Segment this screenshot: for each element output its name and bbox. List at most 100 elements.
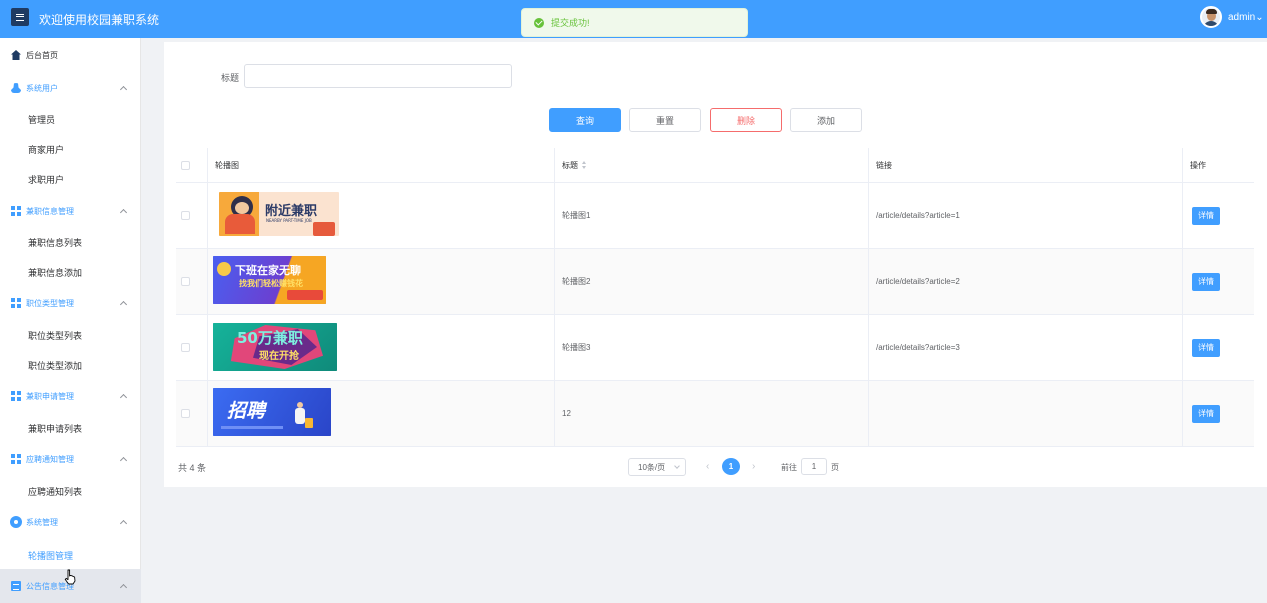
sidebar-item-job-application-list[interactable]: 兼职申请列表	[0, 413, 141, 443]
page-size-value: 10条/页	[638, 462, 666, 472]
action-cell: 详情	[1183, 381, 1254, 446]
avatar[interactable]	[1200, 6, 1222, 28]
sidebar-item-carousel-management[interactable]: 轮播图管理	[0, 540, 141, 570]
goto-page-input[interactable]	[801, 458, 827, 475]
chevron-down-icon: ⌄	[1255, 12, 1264, 23]
title-cell: 轮播图1	[555, 183, 869, 248]
table-row: 下班在家无聊 找我们轻松赚钱花 轮播图2 /article/details?ar…	[176, 249, 1254, 315]
page-number-current[interactable]: 1	[722, 458, 740, 475]
sidebar-item-label: 管理员	[28, 114, 56, 125]
total-count: 共 4 条	[178, 463, 207, 473]
chevron-up-icon	[119, 583, 128, 591]
title-cell: 轮播图3	[555, 315, 869, 380]
detail-button[interactable]: 详情	[1192, 404, 1220, 423]
sidebar-item-job-info-add[interactable]: 兼职信息添加	[0, 257, 141, 287]
sidebar-item-label: 求职用户	[28, 174, 65, 185]
column-header-title[interactable]: 标题	[555, 148, 869, 182]
home-icon	[11, 50, 21, 60]
prev-page-button[interactable]: ‹	[706, 461, 709, 472]
sidebar-group-label: 应聘通知管理	[26, 454, 74, 464]
action-cell: 详情	[1183, 249, 1254, 314]
select-all-checkbox[interactable]	[181, 160, 190, 170]
chevron-up-icon	[119, 519, 128, 527]
reset-button[interactable]: 重置	[629, 108, 701, 132]
action-cell: 详情	[1183, 183, 1254, 248]
sidebar-item-label: 职位类型添加	[28, 360, 83, 371]
grid-icon	[11, 298, 21, 308]
gear-icon	[11, 517, 21, 527]
chevron-up-icon	[119, 85, 128, 93]
banner-image-nearby-jobs: 附近兼职 NEARBY PART-TIME JOB	[219, 192, 339, 236]
grid-icon	[11, 206, 21, 216]
table-row: 招聘 12 详情	[176, 381, 1254, 447]
row-checkbox[interactable]	[181, 343, 190, 352]
grid-icon	[11, 454, 21, 464]
sidebar-item-interview-notice-list[interactable]: 应聘通知列表	[0, 476, 141, 506]
sidebar-item-admin[interactable]: 管理员	[0, 104, 141, 134]
sidebar-group-position-types[interactable]: 职位类型管理	[0, 288, 141, 318]
column-header-label: 标题	[562, 160, 578, 170]
chevron-up-icon	[119, 393, 128, 401]
detail-button[interactable]: 详情	[1192, 338, 1220, 357]
banner-image-work-from-home: 下班在家无聊 找我们轻松赚钱花	[213, 256, 326, 304]
banner-title: 50万兼职	[237, 329, 303, 347]
sidebar-group-label: 兼职申请管理	[26, 391, 74, 401]
row-select-cell	[176, 249, 208, 314]
page-size-select[interactable]: 10条/页	[628, 458, 686, 476]
link-cell: /article/details?article=2	[869, 249, 1183, 314]
detail-button[interactable]: 详情	[1192, 206, 1220, 225]
sidebar-item-merchant-users[interactable]: 商家用户	[0, 134, 141, 164]
sidebar-group-job-applications[interactable]: 兼职申请管理	[0, 381, 141, 411]
username: admin	[1228, 12, 1256, 23]
sidebar-item-jobseeker-users[interactable]: 求职用户	[0, 164, 141, 194]
title-search-label: 标题	[221, 73, 240, 83]
sidebar-item-home[interactable]: 后台首页	[0, 40, 141, 70]
menu-toggle-button[interactable]	[11, 8, 29, 26]
row-checkbox[interactable]	[181, 409, 190, 418]
column-header-actions: 操作	[1190, 160, 1206, 170]
delete-button[interactable]: 删除	[710, 108, 782, 132]
title-search-input[interactable]	[244, 64, 512, 88]
sort-icon[interactable]	[582, 161, 586, 169]
banner-subtitle: NEARBY PART-TIME JOB	[266, 218, 312, 223]
user-menu-trigger[interactable]: admin⌄	[1228, 12, 1264, 23]
sidebar-item-label: 商家用户	[28, 144, 65, 155]
sidebar-item-label: 后台首页	[26, 50, 58, 60]
link-cell: /article/details?article=3	[869, 315, 1183, 380]
query-button[interactable]: 查询	[549, 108, 621, 132]
sidebar-item-job-info-list[interactable]: 兼职信息列表	[0, 227, 141, 257]
banner-subtitle: 现在开抢	[259, 351, 299, 362]
sidebar-item-position-type-add[interactable]: 职位类型添加	[0, 350, 141, 380]
sidebar-item-label: 应聘通知列表	[28, 486, 83, 497]
banner-image-cell: 招聘	[208, 381, 555, 446]
banner-image-500k-jobs: 50万兼职 现在开抢	[213, 323, 337, 371]
chevron-down-icon	[674, 463, 680, 469]
row-select-cell	[176, 381, 208, 446]
row-checkbox[interactable]	[181, 211, 190, 220]
goto-label: 前往	[781, 463, 797, 472]
row-checkbox[interactable]	[181, 277, 190, 286]
column-header-link: 链接	[869, 148, 1183, 182]
next-page-button[interactable]: ›	[752, 461, 755, 472]
action-cell: 详情	[1183, 315, 1254, 380]
sidebar-group-system-management[interactable]: 系统管理	[0, 507, 141, 537]
sidebar-group-interview-notices[interactable]: 应聘通知管理	[0, 444, 141, 474]
select-all-cell	[176, 148, 208, 182]
user-icon	[11, 83, 21, 93]
sidebar-item-position-type-list[interactable]: 职位类型列表	[0, 320, 141, 350]
sidebar-item-label: 兼职信息列表	[28, 237, 83, 248]
toast-message: 提交成功!	[551, 18, 590, 28]
table-header-row: 轮播图 标题 链接 操作	[176, 148, 1254, 183]
chevron-up-icon	[119, 208, 128, 216]
sidebar-group-job-info[interactable]: 兼职信息管理	[0, 196, 141, 226]
banner-title: 下班在家无聊	[235, 264, 301, 277]
add-button[interactable]: 添加	[790, 108, 862, 132]
table-row: 50万兼职 现在开抢 轮播图3 /article/details?article…	[176, 315, 1254, 381]
banner-title: 招聘	[227, 400, 266, 422]
grid-icon	[11, 391, 21, 401]
sidebar-group-system-users[interactable]: 系统用户	[0, 73, 141, 103]
detail-button[interactable]: 详情	[1192, 272, 1220, 291]
sidebar: 后台首页 系统用户 管理员 商家用户 求职用户 兼职信息管理 兼职信息列表 兼职…	[0, 38, 141, 603]
sidebar-group-label: 兼职信息管理	[26, 206, 74, 216]
banner-image-cell: 50万兼职 现在开抢	[208, 315, 555, 380]
